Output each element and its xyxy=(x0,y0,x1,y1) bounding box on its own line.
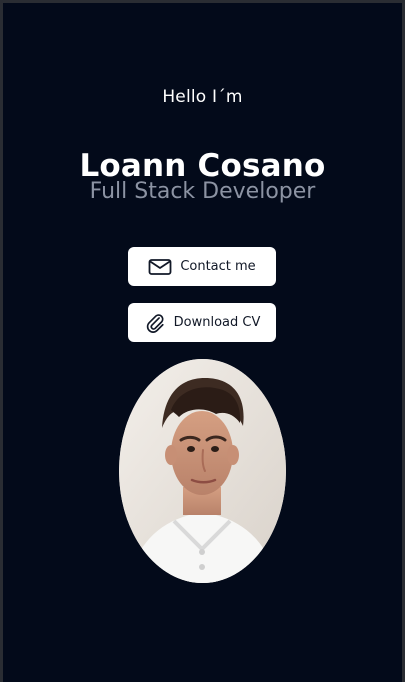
contact-button-label: Contact me xyxy=(180,259,256,274)
greeting-text: Hello I´m xyxy=(162,87,243,107)
paperclip-icon xyxy=(144,312,166,334)
developer-role: Full Stack Developer xyxy=(89,179,316,204)
envelope-icon xyxy=(148,258,172,276)
contact-button[interactable]: Contact me xyxy=(128,247,276,286)
download-cv-button[interactable]: Download CV xyxy=(128,303,276,342)
download-cv-label: Download CV xyxy=(173,315,261,330)
hero-section: Hello I´m Loann Cosano Full Stack Develo… xyxy=(3,3,402,682)
profile-photo xyxy=(119,359,286,583)
app-viewport: Hello I´m Loann Cosano Full Stack Develo… xyxy=(3,3,402,682)
